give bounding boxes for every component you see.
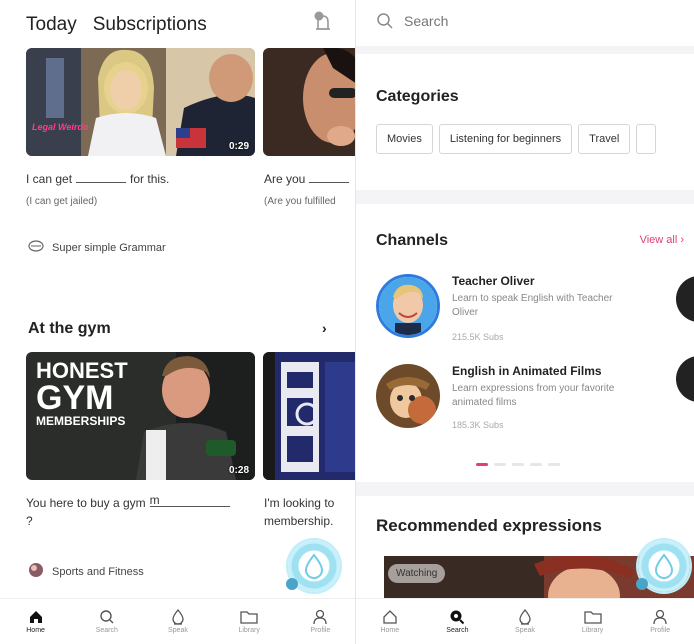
folder-icon — [583, 611, 602, 624]
fill-blank[interactable] — [309, 173, 350, 183]
category-chip[interactable]: Movies — [376, 124, 433, 154]
clip-sentence: You here to buy a gym m — [26, 494, 234, 510]
section-separator — [356, 190, 694, 204]
search-icon — [377, 13, 393, 29]
channels-title: Channels — [376, 232, 449, 249]
droplet-icon — [654, 553, 674, 579]
nav-search[interactable]: Search — [427, 609, 487, 634]
search-icon — [450, 610, 465, 625]
clip-thumbnail — [263, 352, 356, 480]
avatar — [376, 364, 440, 428]
droplet-icon — [304, 553, 324, 579]
section-separator — [356, 482, 694, 496]
view-all-link[interactable]: View all › — [640, 234, 684, 246]
nav-speak[interactable]: Speak — [495, 609, 555, 634]
clip-duration: 0:29 — [228, 141, 249, 152]
clip-overlay-title: HONEST GYM MEMBERSHIPS — [36, 358, 128, 429]
clip-logo-badge: Legal Weirdo — [32, 122, 89, 132]
channel-name: Teacher Oliver — [452, 274, 535, 288]
nav-search[interactable]: Search — [77, 609, 137, 634]
home-icon — [383, 610, 397, 624]
profile-icon — [313, 609, 327, 625]
channel-subs: 215.5K Subs — [452, 332, 504, 342]
nav-speak[interactable]: Speak — [148, 609, 208, 634]
speak-fab-button[interactable] — [286, 540, 340, 592]
source-name: Super simple Grammar — [52, 241, 166, 254]
notification-bell-icon[interactable] — [310, 10, 336, 36]
pagination-dot[interactable] — [512, 463, 524, 466]
pagination-dot[interactable] — [476, 463, 488, 466]
channel-item[interactable]: Teacher Oliver Learn to speak English wi… — [376, 274, 686, 348]
fill-blank[interactable]: m — [149, 494, 230, 507]
section-title: At the gym — [28, 320, 111, 337]
clip-translation: (Are you fulfilled — [264, 196, 336, 207]
clip-source[interactable]: Super simple Grammar — [28, 240, 166, 255]
category-chip[interactable]: Listening for beginners — [438, 124, 573, 154]
avatar — [376, 274, 440, 338]
search-screen: Categories Movies Listening for beginner… — [356, 0, 694, 644]
app-screens: Today Subscriptions Legal Weirdo 0:29 I … — [0, 0, 694, 644]
channel-name: English in Animated Films — [452, 364, 602, 378]
fab-indicator — [286, 578, 298, 590]
today-screen: Today Subscriptions Legal Weirdo 0:29 I … — [0, 0, 356, 644]
bottom-nav: Home Search Speak Library Profile — [356, 598, 694, 644]
top-tabs: Today Subscriptions — [26, 14, 207, 36]
search-input[interactable] — [404, 13, 664, 29]
source-logo-icon — [28, 240, 44, 255]
fab-indicator — [636, 578, 648, 590]
pagination-dot[interactable] — [548, 463, 560, 466]
recommended-title: Recommended expressions — [376, 516, 602, 535]
clip-duration: 0:28 — [228, 465, 249, 476]
nav-home[interactable]: Home — [360, 609, 420, 634]
home-icon — [29, 611, 42, 623]
nav-profile[interactable]: Profile — [630, 609, 690, 634]
channel-description: Learn expressions from your favorite ani… — [452, 383, 615, 408]
channel-subs: 185.3K Subs — [452, 420, 504, 430]
category-chip[interactable]: Travel — [578, 124, 631, 154]
nav-profile[interactable]: Profile — [290, 609, 350, 634]
fill-blank[interactable] — [76, 173, 127, 183]
categories-title: Categories — [376, 88, 459, 105]
speak-fab-button[interactable] — [636, 540, 690, 592]
clip-sentence: I'm looking to — [264, 496, 335, 510]
clip-sentence: I can get for this. — [26, 172, 170, 186]
nav-home[interactable]: Home — [6, 609, 66, 634]
video-clip-card[interactable] — [263, 352, 356, 480]
nav-library[interactable]: Library — [219, 609, 279, 634]
channel-description: Learn to speak English with Teacher Oliv… — [452, 293, 613, 318]
folder-icon — [240, 611, 258, 624]
clip-thumbnail — [26, 48, 255, 156]
bottom-nav: Home Search Speak Library Profile — [0, 598, 356, 644]
video-clip-card[interactable]: Legal Weirdo 0:29 — [26, 48, 255, 156]
category-chips: Movies Listening for beginners Travel — [376, 124, 657, 154]
carousel-pagination — [476, 463, 560, 466]
clip-sentence: Are you — [264, 172, 353, 186]
mic-icon — [519, 609, 531, 625]
search-icon — [100, 610, 114, 624]
watching-badge: Watching — [388, 564, 446, 583]
channel-item[interactable]: English in Animated Films Learn expressi… — [376, 364, 686, 438]
source-name: Sports and Fitness — [52, 565, 144, 578]
section-separator — [356, 46, 694, 54]
clip-translation: (I can get jailed) — [26, 196, 98, 207]
mic-icon — [172, 609, 184, 625]
clip-thumbnail — [263, 48, 356, 156]
tab-today[interactable]: Today — [26, 14, 77, 36]
nav-library[interactable]: Library — [563, 609, 623, 634]
pagination-dot[interactable] — [494, 463, 506, 466]
tab-subscriptions[interactable]: Subscriptions — [93, 14, 207, 36]
source-logo-icon — [28, 562, 44, 581]
profile-icon — [653, 609, 667, 625]
video-clip-card[interactable]: HONEST GYM MEMBERSHIPS 0:28 — [26, 352, 255, 480]
clip-source[interactable]: Sports and Fitness — [28, 562, 144, 581]
search-bar[interactable] — [376, 12, 664, 30]
clip-sentence-line2: membership. — [264, 514, 334, 528]
pagination-dot[interactable] — [530, 463, 542, 466]
section-more-chevron-icon[interactable]: › — [322, 320, 327, 336]
video-clip-card[interactable] — [263, 48, 356, 156]
category-chip[interactable] — [636, 124, 657, 154]
clip-sentence-line2: ? — [26, 514, 33, 528]
